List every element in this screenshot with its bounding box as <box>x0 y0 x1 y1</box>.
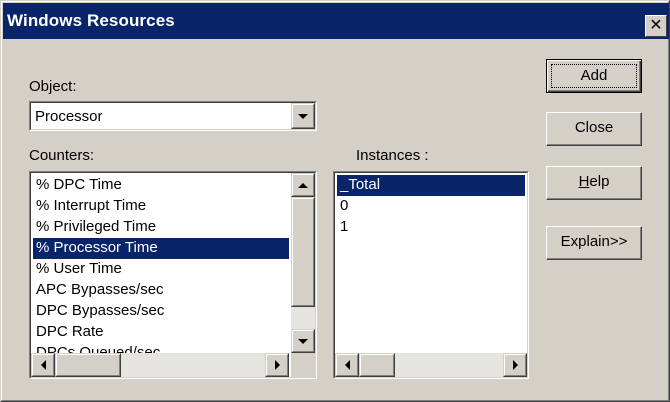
title-bar[interactable]: Windows Resources ✕ <box>3 3 669 39</box>
counters-item[interactable]: % Privileged Time <box>33 217 289 238</box>
counters-item[interactable]: DPC Bypasses/sec <box>33 301 289 322</box>
instances-hscroll-thumb-frame <box>360 354 394 376</box>
instances-scroll-left-button[interactable] <box>335 353 359 377</box>
instances-listbox[interactable]: _Total 0 1 <box>333 171 529 379</box>
add-button-focus: Add <box>551 64 637 88</box>
counters-scroll-down-button[interactable] <box>291 329 315 353</box>
chevron-left-icon <box>344 360 350 370</box>
instances-item[interactable]: 0 <box>337 196 525 217</box>
help-mnemonic: H <box>578 173 590 190</box>
explain-button[interactable]: Explain>> <box>546 226 642 260</box>
instances-scroll-right-frame <box>504 354 526 376</box>
instances-horizontal-scrollbar[interactable] <box>335 353 527 377</box>
counters-hscroll-thumb[interactable] <box>55 353 121 377</box>
counters-listbox[interactable]: % DPC Time% Interrupt Time% Privileged T… <box>29 171 317 379</box>
windows-resources-dialog: Windows Resources ✕ Object: Processor Co… <box>0 0 670 402</box>
chevron-up-icon <box>298 182 308 188</box>
counters-item[interactable]: % User Time <box>33 259 289 280</box>
counters-list: % DPC Time% Interrupt Time% Privileged T… <box>33 175 289 364</box>
counters-label: Counters: <box>29 147 95 164</box>
close-icon: ✕ <box>649 17 663 34</box>
instances-label: Instances : <box>356 147 429 164</box>
instances-listbox-frame: _Total 0 1 <box>334 172 528 378</box>
object-combobox[interactable]: Processor <box>29 101 317 131</box>
instances-scroll-left-frame <box>336 354 358 376</box>
window-title: Windows Resources <box>7 11 175 30</box>
instances-list: _Total 0 1 <box>337 175 525 238</box>
counters-item[interactable]: % DPC Time <box>33 175 289 196</box>
counters-listbox-frame: % DPC Time% Interrupt Time% Privileged T… <box>30 172 316 378</box>
object-selected-value: Processor <box>35 108 103 125</box>
instances-scroll-right-button[interactable] <box>503 353 527 377</box>
chevron-right-icon <box>274 360 280 370</box>
help-button[interactable]: Help <box>546 166 642 200</box>
chevron-left-icon <box>40 360 46 370</box>
counters-scroll-right-button[interactable] <box>265 353 289 377</box>
chevron-down-icon <box>298 338 308 344</box>
close-window-button[interactable]: ✕ <box>645 15 667 37</box>
counters-scroll-up-button[interactable] <box>291 173 315 197</box>
counters-item[interactable]: DPC Rate <box>33 322 289 343</box>
counters-horizontal-scrollbar[interactable] <box>31 353 289 377</box>
counters-scroll-right-frame <box>266 354 288 376</box>
counters-scroll-left-button[interactable] <box>31 353 55 377</box>
help-label-rest: elp <box>589 173 610 190</box>
object-label: Object: <box>29 78 77 95</box>
object-combobox-frame: Processor <box>30 102 316 130</box>
counters-scroll-down-frame <box>292 330 314 352</box>
add-button[interactable]: Add <box>546 59 642 93</box>
chevron-right-icon <box>512 360 518 370</box>
object-dropdown-frame <box>292 104 314 128</box>
counters-vertical-scrollbar[interactable] <box>291 173 315 353</box>
instances-hscroll-thumb[interactable] <box>359 353 395 377</box>
instances-item[interactable]: 1 <box>337 217 525 238</box>
instances-item[interactable]: _Total <box>337 175 525 196</box>
counters-item[interactable]: % Interrupt Time <box>33 196 289 217</box>
close-button[interactable]: Close <box>546 112 642 146</box>
counters-scroll-left-frame <box>32 354 54 376</box>
counters-item[interactable]: % Processor Time <box>33 238 289 259</box>
counters-scroll-up-frame <box>292 174 314 196</box>
counters-scroll-thumb[interactable] <box>291 197 315 307</box>
counters-scroll-thumb-frame <box>292 198 314 306</box>
counters-item[interactable]: APC Bypasses/sec <box>33 280 289 301</box>
chevron-down-icon <box>298 113 308 119</box>
counters-hscroll-thumb-frame <box>56 354 120 376</box>
scrollbar-corner <box>291 353 315 377</box>
object-dropdown-button[interactable] <box>291 103 315 129</box>
